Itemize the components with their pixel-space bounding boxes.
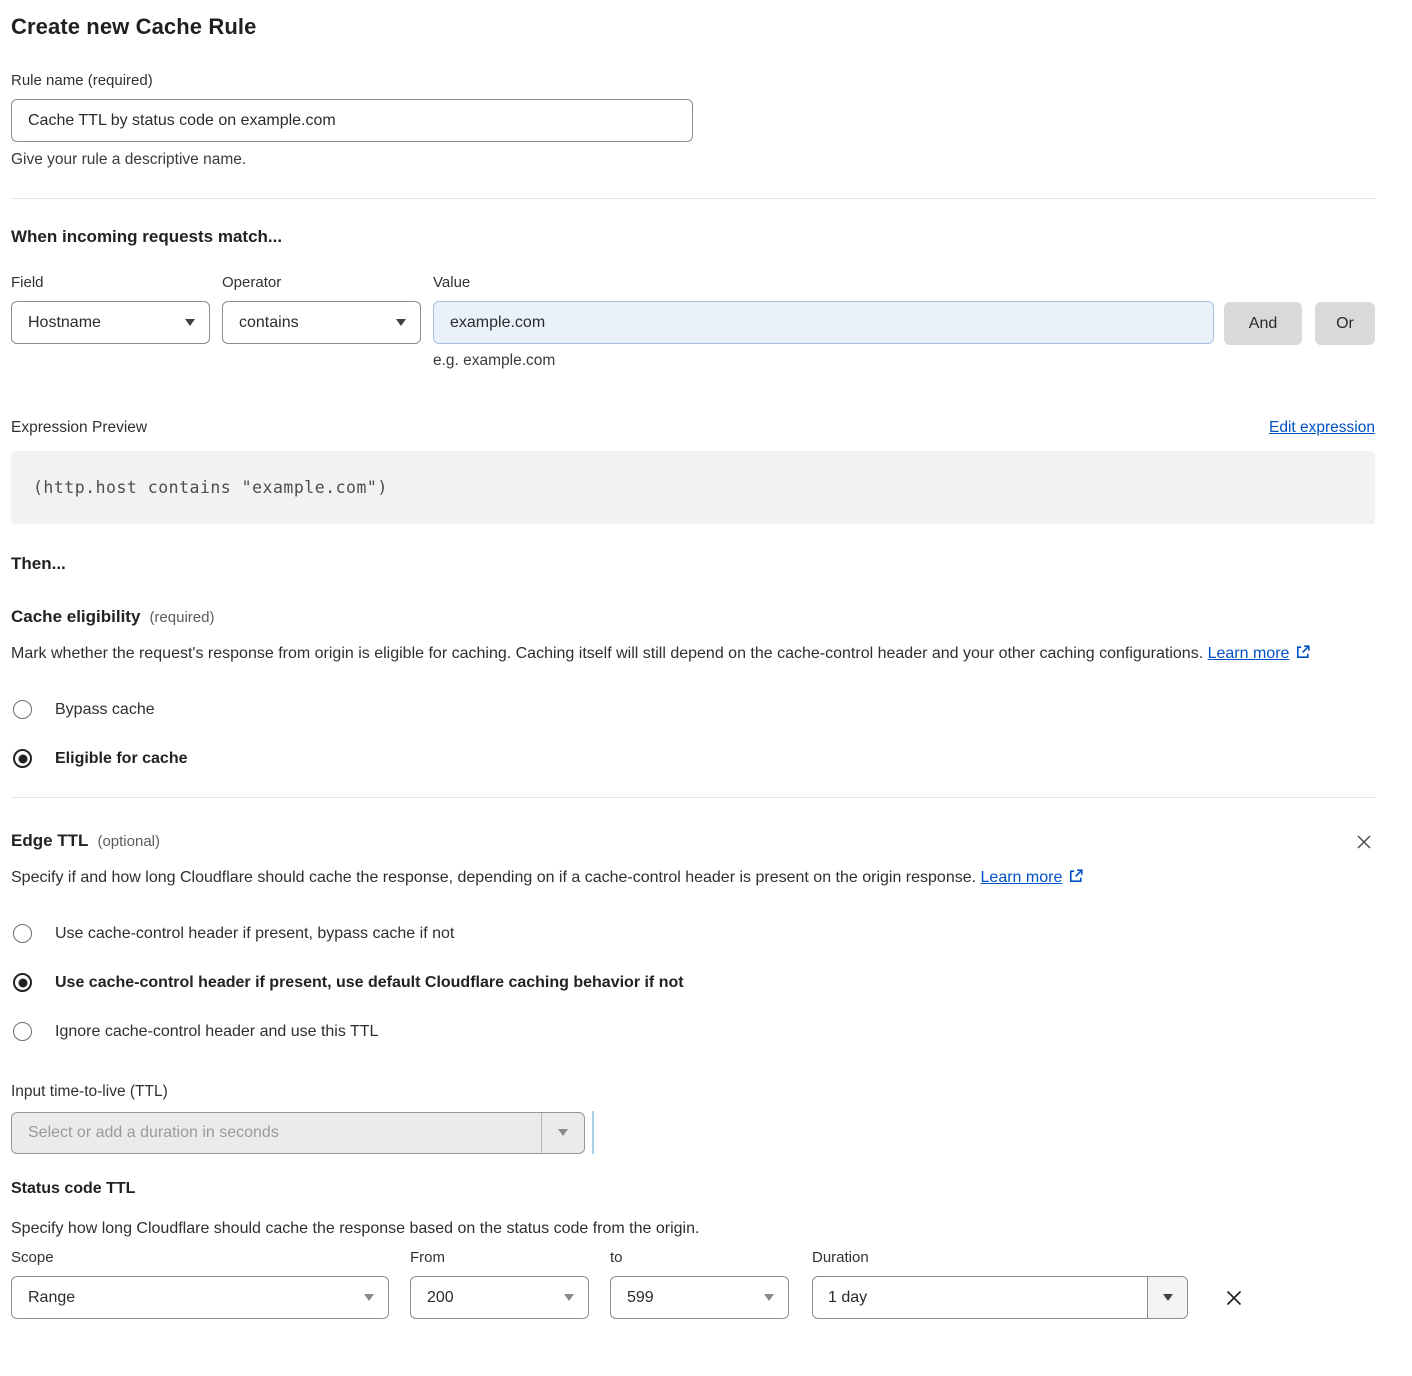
radio-bypass-cache[interactable]: Bypass cache [11, 700, 1375, 719]
ttl-select-placeholder: Select or add a duration in seconds [12, 1113, 541, 1153]
cache-eligibility-header: Cache eligibility (required) [11, 607, 1375, 627]
text-cursor [592, 1111, 594, 1154]
field-select[interactable]: Hostname [11, 301, 210, 344]
radio-bypass-cache-label: Bypass cache [55, 701, 155, 719]
operator-column: Operator contains [222, 274, 421, 344]
scope-label: Scope [11, 1249, 389, 1266]
cache-eligibility-description-text: Mark whether the request's response from… [11, 645, 1208, 662]
match-heading: When incoming requests match... [11, 227, 1375, 247]
radio-unselected-icon [13, 924, 32, 943]
expression-code: (http.host contains "example.com") [33, 478, 388, 497]
status-code-ttl-title: Status code TTL [11, 1180, 1375, 1198]
expression-preview-box: (http.host contains "example.com") [11, 451, 1375, 524]
then-heading: Then... [11, 554, 1375, 574]
section-divider [11, 198, 1375, 199]
radio-ignore-header-label: Ignore cache-control header and use this… [55, 1023, 378, 1041]
remove-status-ttl-button[interactable] [1222, 1287, 1246, 1311]
match-condition-row: Field Hostname Operator contains Value e… [11, 274, 1375, 370]
radio-use-header-default[interactable]: Use cache-control header if present, use… [11, 973, 1375, 992]
rule-name-helper: Give your rule a descriptive name. [11, 151, 1375, 169]
rule-name-label: Rule name (required) [11, 72, 1375, 89]
ttl-input-label: Input time-to-live (TTL) [11, 1083, 1375, 1101]
operator-label: Operator [222, 274, 421, 291]
chevron-down-glyph [1163, 1294, 1173, 1301]
chevron-down-glyph [558, 1129, 568, 1136]
radio-use-header-default-label: Use cache-control header if present, use… [55, 974, 684, 992]
edit-expression-link[interactable]: Edit expression [1269, 419, 1375, 437]
radio-ignore-header[interactable]: Ignore cache-control header and use this… [11, 1022, 1375, 1041]
to-select-value: 599 [627, 1289, 654, 1307]
status-code-ttl-description: Specify how long Cloudflare should cache… [11, 1220, 1375, 1238]
rule-name-input[interactable] [11, 99, 693, 142]
required-tag: (required) [149, 609, 214, 626]
cache-eligibility-title: Cache eligibility [11, 607, 140, 627]
or-button[interactable]: Or [1315, 302, 1375, 345]
radio-selected-icon [13, 749, 32, 768]
duration-label: Duration [812, 1249, 1188, 1266]
from-select[interactable]: 200 [410, 1276, 589, 1319]
chevron-down-icon[interactable] [1147, 1277, 1187, 1318]
close-icon [1223, 1287, 1245, 1309]
and-button[interactable]: And [1224, 302, 1302, 345]
radio-unselected-icon [13, 1022, 32, 1041]
radio-eligible-for-cache[interactable]: Eligible for cache [11, 749, 1375, 768]
page-title: Create new Cache Rule [11, 14, 1375, 40]
duration-select-value: 1 day [813, 1277, 1147, 1318]
edge-ttl-description: Specify if and how long Cloudflare shoul… [11, 864, 1116, 894]
external-link-icon [1068, 866, 1084, 894]
expression-header: Expression Preview Edit expression [11, 419, 1375, 437]
from-column: From 200 [410, 1249, 589, 1319]
chevron-down-icon [396, 319, 406, 326]
edge-ttl-title: Edge TTL [11, 831, 88, 851]
field-select-value: Hostname [28, 314, 101, 332]
close-icon [1354, 832, 1374, 852]
to-column: to 599 [610, 1249, 789, 1319]
scope-select[interactable]: Range [11, 1276, 389, 1319]
from-select-value: 200 [427, 1289, 454, 1307]
operator-select-value: contains [239, 314, 299, 332]
external-link-icon [1295, 642, 1311, 670]
rule-name-group: Rule name (required) Give your rule a de… [11, 72, 1375, 169]
radio-eligible-for-cache-label: Eligible for cache [55, 750, 187, 768]
logic-buttons: And Or [1224, 274, 1375, 345]
section-divider [11, 797, 1375, 798]
close-edge-ttl-button[interactable] [1353, 832, 1375, 854]
scope-column: Scope Range [11, 1249, 389, 1319]
chevron-down-icon [364, 1294, 374, 1301]
radio-selected-icon [13, 973, 32, 992]
field-label: Field [11, 274, 210, 291]
value-column: Value e.g. example.com [433, 274, 1214, 370]
radio-use-header-bypass[interactable]: Use cache-control header if present, byp… [11, 924, 1375, 943]
edge-ttl-header: Edge TTL (optional) [11, 831, 1375, 851]
edge-ttl-description-text: Specify if and how long Cloudflare shoul… [11, 869, 981, 886]
status-code-ttl-row: Scope Range From 200 to 599 Duration 1 d… [11, 1249, 1375, 1319]
duration-select[interactable]: 1 day [812, 1276, 1188, 1319]
ttl-duration-select[interactable]: Select or add a duration in seconds [11, 1112, 585, 1154]
chevron-down-icon [764, 1294, 774, 1301]
value-input[interactable] [433, 301, 1214, 344]
duration-column: Duration 1 day [812, 1249, 1188, 1319]
learn-more-link[interactable]: Learn more [981, 869, 1063, 886]
chevron-down-icon [185, 319, 195, 326]
scope-select-value: Range [28, 1289, 75, 1307]
ttl-input-row: Select or add a duration in seconds [11, 1111, 1375, 1154]
value-label: Value [433, 274, 1214, 291]
radio-unselected-icon [13, 700, 32, 719]
field-column: Field Hostname [11, 274, 210, 344]
learn-more-link[interactable]: Learn more [1208, 645, 1290, 662]
to-select[interactable]: 599 [610, 1276, 789, 1319]
chevron-down-icon [541, 1113, 584, 1153]
value-hint: e.g. example.com [433, 352, 1214, 370]
chevron-down-icon [564, 1294, 574, 1301]
expression-preview-label: Expression Preview [11, 419, 147, 437]
optional-tag: (optional) [97, 833, 160, 850]
cache-eligibility-description: Mark whether the request's response from… [11, 640, 1356, 670]
operator-select[interactable]: contains [222, 301, 421, 344]
radio-use-header-bypass-label: Use cache-control header if present, byp… [55, 925, 454, 943]
to-label: to [610, 1249, 789, 1266]
from-label: From [410, 1249, 589, 1266]
create-cache-rule-form: Create new Cache Rule Rule name (require… [0, 0, 1412, 1345]
